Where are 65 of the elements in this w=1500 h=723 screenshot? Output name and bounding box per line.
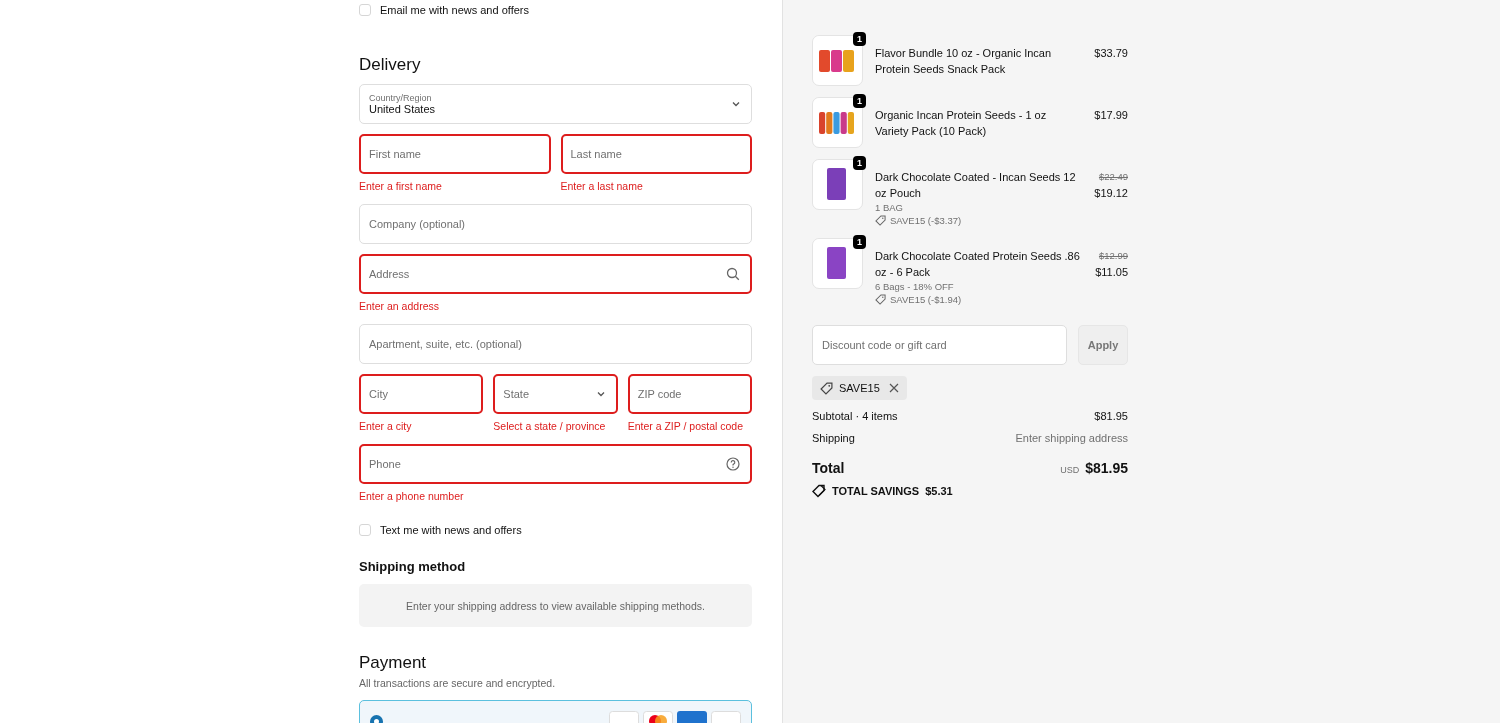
product-variant: 1 BAG [875, 201, 904, 214]
checkbox[interactable] [359, 4, 371, 16]
input-field[interactable]: Company (optional) [359, 204, 752, 244]
product-title: Dark Chocolate Coated Protein Seeds .86 oz - 6 Pack [875, 249, 1081, 280]
summary-value: Enter shipping address [1015, 432, 1128, 444]
apply-button[interactable]: Apply [1078, 325, 1128, 365]
checkbox-label: Email me with news and offers [380, 4, 529, 16]
shipping-notice: Enter your shipping address to view available shipping methods. [359, 584, 752, 627]
tag-icon [875, 215, 886, 226]
product-price: $33.79 [1094, 46, 1128, 61]
summary-label: Shipping [812, 432, 855, 444]
state-select[interactable]: State [493, 374, 618, 414]
search-icon [726, 267, 740, 281]
discount-field[interactable]: Discount code or gift card [812, 325, 1067, 365]
section-heading: Shipping method [359, 559, 467, 574]
product-title: Dark Chocolate Coated - Incan Seeds 12 oz Pouch [875, 170, 1077, 201]
summary-value: $81.95 [1094, 410, 1128, 422]
currency-code: USD [1060, 465, 1080, 475]
input-field[interactable]: City [359, 374, 484, 414]
discount-applied: SAVE15 (-$1.94) [890, 293, 962, 306]
error-message: Enter a phone number [359, 490, 465, 502]
total-label: Total [812, 460, 845, 476]
section-heading: Payment [359, 653, 428, 673]
summary-label: Subtotal · 4 items [812, 410, 898, 422]
error-message: Enter a city [359, 420, 413, 432]
savings-label: TOTAL SAVINGS [832, 485, 920, 497]
original-price: $22.49 [1098, 170, 1128, 184]
product-title: Organic Incan Protein Seeds - 1 oz Variety Pack (10 Pack) [875, 108, 1048, 139]
error-message: Select a state / province [493, 420, 607, 432]
discount-applied: SAVE15 (-$3.37) [890, 214, 962, 227]
tag-icon [820, 381, 833, 395]
product-price: $17.99 [1094, 108, 1128, 123]
section-heading: Delivery [359, 55, 422, 75]
tag-icon [812, 484, 826, 498]
input-field[interactable]: Apartment, suite, etc. (optional) [359, 324, 752, 364]
error-message: Enter a last name [560, 180, 644, 192]
product-variant: 6 Bags - 18% OFF [875, 280, 955, 293]
discount-code: SAVE15 [839, 382, 880, 394]
product-price: $11.05 [1095, 265, 1128, 280]
country-select[interactable]: Country/Region United States [359, 84, 752, 124]
input-field[interactable]: Address [359, 254, 752, 294]
close-icon[interactable] [888, 383, 899, 393]
quantity-badge: 1 [853, 235, 866, 249]
product-title: Flavor Bundle 10 oz - Organic Incan Protein Seeds Snack Pack [875, 46, 1053, 77]
input-field[interactable]: Last name [560, 134, 752, 174]
checkbox-label: Text me with news and offers [380, 524, 522, 536]
original-price: $12.99 [1098, 249, 1128, 263]
total-amount: $81.95 [1085, 460, 1128, 476]
input-field[interactable]: ZIP code [627, 374, 752, 414]
error-message: Enter a first name [359, 180, 443, 192]
quantity-badge: 1 [853, 94, 866, 108]
help-icon[interactable] [726, 457, 740, 471]
quantity-badge: 1 [853, 32, 866, 46]
product-price: $19.12 [1094, 186, 1128, 201]
chevron-down-icon [595, 389, 606, 399]
payment-subtitle: All transactions are secure and encrypted. [359, 677, 557, 689]
chevron-down-icon [731, 99, 741, 109]
tag-icon [875, 294, 886, 305]
input-field[interactable]: First name [359, 134, 551, 174]
error-message: Enter a ZIP / postal code [627, 420, 745, 432]
savings-amount: $5.31 [925, 485, 953, 497]
checkbox[interactable] [359, 524, 371, 536]
quantity-badge: 1 [853, 156, 866, 170]
input-field[interactable]: Phone [359, 444, 752, 484]
error-message: Enter an address [359, 300, 440, 312]
